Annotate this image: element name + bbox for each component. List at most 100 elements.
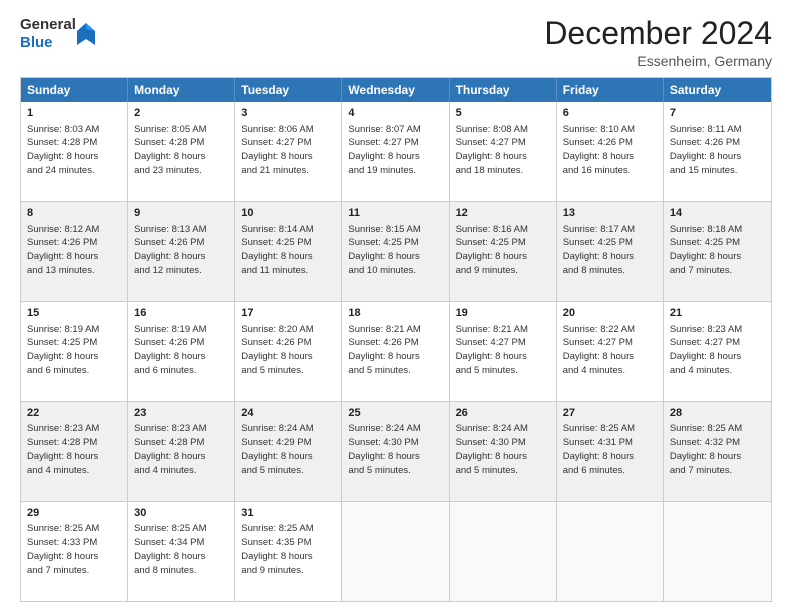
empty-cell xyxy=(342,502,449,601)
day-number: 13 xyxy=(563,206,657,221)
day-number: 2 xyxy=(134,106,228,121)
day-cell-20: 20 Sunrise: 8:22 AMSunset: 4:27 PMDayligh… xyxy=(557,302,664,401)
day-info: Sunrise: 8:17 AMSunset: 4:25 PMDaylight:… xyxy=(563,223,657,278)
calendar-header: SundayMondayTuesdayWednesdayThursdayFrid… xyxy=(21,78,771,102)
day-info: Sunrise: 8:23 AMSunset: 4:28 PMDaylight:… xyxy=(134,422,228,477)
day-number: 12 xyxy=(456,206,550,221)
day-number: 10 xyxy=(241,206,335,221)
day-cell-29: 29Sunrise: 8:25 AMSunset: 4:33 PMDayligh… xyxy=(21,502,128,601)
day-number: 22 xyxy=(27,406,121,421)
day-number: 16 xyxy=(134,306,228,321)
day-header-wednesday: Wednesday xyxy=(342,78,449,102)
day-header-thursday: Thursday xyxy=(450,78,557,102)
day-cell-22: 22Sunrise: 8:23 AMSunset: 4:28 PMDayligh… xyxy=(21,402,128,501)
day-number: 6 xyxy=(563,106,657,121)
day-cell-10: 10 Sunrise: 8:14 AMSunset: 4:25 PMDayligh… xyxy=(235,202,342,301)
day-info: Sunrise: 8:13 AMSunset: 4:26 PMDaylight:… xyxy=(134,223,228,278)
logo-content: General Blue xyxy=(20,16,95,52)
calendar-row-1: 1 Sunrise: 8:03 AMSunset: 4:28 PMDaylight… xyxy=(21,102,771,201)
day-info: Sunrise: 8:05 AMSunset: 4:28 PMDaylight:… xyxy=(134,123,228,178)
day-number: 21 xyxy=(670,306,765,321)
day-cell-7: 7Sunrise: 8:11 AMSunset: 4:26 PMDaylight… xyxy=(664,102,771,201)
day-info: Sunrise: 8:12 AMSunset: 4:26 PMDaylight:… xyxy=(27,223,121,278)
empty-cell xyxy=(664,502,771,601)
day-info: Sunrise: 8:06 AMSunset: 4:27 PMDaylight:… xyxy=(241,123,335,178)
day-cell-28: 28Sunrise: 8:25 AMSunset: 4:32 PMDayligh… xyxy=(664,402,771,501)
day-number: 14 xyxy=(670,206,765,221)
logo-text: General Blue xyxy=(20,16,76,52)
day-cell-11: 11 Sunrise: 8:15 AMSunset: 4:25 PMDayligh… xyxy=(342,202,449,301)
day-info: Sunrise: 8:22 AMSunset: 4:27 PMDaylight:… xyxy=(563,323,657,378)
day-cell-4: 4Sunrise: 8:07 AMSunset: 4:27 PMDaylight… xyxy=(342,102,449,201)
calendar-row-3: 15 Sunrise: 8:19 AMSunset: 4:25 PMDayligh… xyxy=(21,301,771,401)
empty-cell xyxy=(450,502,557,601)
day-number: 18 xyxy=(348,306,442,321)
day-header-friday: Friday xyxy=(557,78,664,102)
day-info: Sunrise: 8:19 AMSunset: 4:26 PMDaylight:… xyxy=(134,323,228,378)
day-info: Sunrise: 8:15 AMSunset: 4:25 PMDaylight:… xyxy=(348,223,442,278)
empty-cell xyxy=(557,502,664,601)
day-cell-3: 3 Sunrise: 8:06 AMSunset: 4:27 PMDaylight… xyxy=(235,102,342,201)
day-header-saturday: Saturday xyxy=(664,78,771,102)
day-info: Sunrise: 8:03 AMSunset: 4:28 PMDaylight:… xyxy=(27,123,121,178)
day-cell-8: 8 Sunrise: 8:12 AMSunset: 4:26 PMDaylight… xyxy=(21,202,128,301)
day-cell-23: 23Sunrise: 8:23 AMSunset: 4:28 PMDayligh… xyxy=(128,402,235,501)
day-info: Sunrise: 8:20 AMSunset: 4:26 PMDaylight:… xyxy=(241,323,335,378)
day-info: Sunrise: 8:21 AMSunset: 4:26 PMDaylight:… xyxy=(348,323,442,378)
day-info: Sunrise: 8:24 AMSunset: 4:29 PMDaylight:… xyxy=(241,422,335,477)
day-info: Sunrise: 8:21 AMSunset: 4:27 PMDaylight:… xyxy=(456,323,550,378)
day-number: 17 xyxy=(241,306,335,321)
day-cell-2: 2 Sunrise: 8:05 AMSunset: 4:28 PMDaylight… xyxy=(128,102,235,201)
day-number: 24 xyxy=(241,406,335,421)
day-number: 15 xyxy=(27,306,121,321)
day-info: Sunrise: 8:18 AMSunset: 4:25 PMDaylight:… xyxy=(670,223,765,278)
logo-icon xyxy=(77,23,95,45)
day-number: 4 xyxy=(348,106,442,121)
day-info: Sunrise: 8:25 AMSunset: 4:32 PMDaylight:… xyxy=(670,422,765,477)
day-cell-19: 19Sunrise: 8:21 AMSunset: 4:27 PMDayligh… xyxy=(450,302,557,401)
day-number: 20 xyxy=(563,306,657,321)
day-number: 9 xyxy=(134,206,228,221)
logo: General Blue xyxy=(20,16,95,52)
main-title: December 2024 xyxy=(544,16,772,51)
day-info: Sunrise: 8:14 AMSunset: 4:25 PMDaylight:… xyxy=(241,223,335,278)
day-cell-26: 26Sunrise: 8:24 AMSunset: 4:30 PMDayligh… xyxy=(450,402,557,501)
day-info: Sunrise: 8:10 AMSunset: 4:26 PMDaylight:… xyxy=(563,123,657,178)
day-number: 31 xyxy=(241,506,335,521)
day-number: 25 xyxy=(348,406,442,421)
day-info: Sunrise: 8:25 AMSunset: 4:35 PMDaylight:… xyxy=(241,522,335,577)
day-cell-31: 31Sunrise: 8:25 AMSunset: 4:35 PMDayligh… xyxy=(235,502,342,601)
day-number: 8 xyxy=(27,206,121,221)
day-number: 30 xyxy=(134,506,228,521)
day-header-monday: Monday xyxy=(128,78,235,102)
calendar-row-2: 8 Sunrise: 8:12 AMSunset: 4:26 PMDaylight… xyxy=(21,201,771,301)
day-cell-1: 1 Sunrise: 8:03 AMSunset: 4:28 PMDaylight… xyxy=(21,102,128,201)
day-cell-16: 16 Sunrise: 8:19 AMSunset: 4:26 PMDayligh… xyxy=(128,302,235,401)
header: General Blue December 2024 Essenheim, Ge… xyxy=(20,16,772,69)
day-number: 3 xyxy=(241,106,335,121)
day-info: Sunrise: 8:23 AMSunset: 4:28 PMDaylight:… xyxy=(27,422,121,477)
day-number: 27 xyxy=(563,406,657,421)
day-cell-24: 24Sunrise: 8:24 AMSunset: 4:29 PMDayligh… xyxy=(235,402,342,501)
subtitle: Essenheim, Germany xyxy=(544,53,772,69)
calendar-row-4: 22Sunrise: 8:23 AMSunset: 4:28 PMDayligh… xyxy=(21,401,771,501)
day-number: 11 xyxy=(348,206,442,221)
day-info: Sunrise: 8:23 AMSunset: 4:27 PMDaylight:… xyxy=(670,323,765,378)
title-area: December 2024 Essenheim, Germany xyxy=(544,16,772,69)
day-cell-18: 18 Sunrise: 8:21 AMSunset: 4:26 PMDayligh… xyxy=(342,302,449,401)
day-number: 26 xyxy=(456,406,550,421)
day-number: 1 xyxy=(27,106,121,121)
day-cell-17: 17 Sunrise: 8:20 AMSunset: 4:26 PMDayligh… xyxy=(235,302,342,401)
day-number: 28 xyxy=(670,406,765,421)
day-cell-27: 27Sunrise: 8:25 AMSunset: 4:31 PMDayligh… xyxy=(557,402,664,501)
day-info: Sunrise: 8:19 AMSunset: 4:25 PMDaylight:… xyxy=(27,323,121,378)
day-cell-12: 12 Sunrise: 8:16 AMSunset: 4:25 PMDayligh… xyxy=(450,202,557,301)
day-cell-25: 25Sunrise: 8:24 AMSunset: 4:30 PMDayligh… xyxy=(342,402,449,501)
day-header-tuesday: Tuesday xyxy=(235,78,342,102)
day-number: 7 xyxy=(670,106,765,121)
day-info: Sunrise: 8:25 AMSunset: 4:31 PMDaylight:… xyxy=(563,422,657,477)
day-info: Sunrise: 8:16 AMSunset: 4:25 PMDaylight:… xyxy=(456,223,550,278)
calendar-row-5: 29Sunrise: 8:25 AMSunset: 4:33 PMDayligh… xyxy=(21,501,771,601)
page: General Blue December 2024 Essenheim, Ge… xyxy=(0,0,792,612)
day-cell-15: 15 Sunrise: 8:19 AMSunset: 4:25 PMDayligh… xyxy=(21,302,128,401)
